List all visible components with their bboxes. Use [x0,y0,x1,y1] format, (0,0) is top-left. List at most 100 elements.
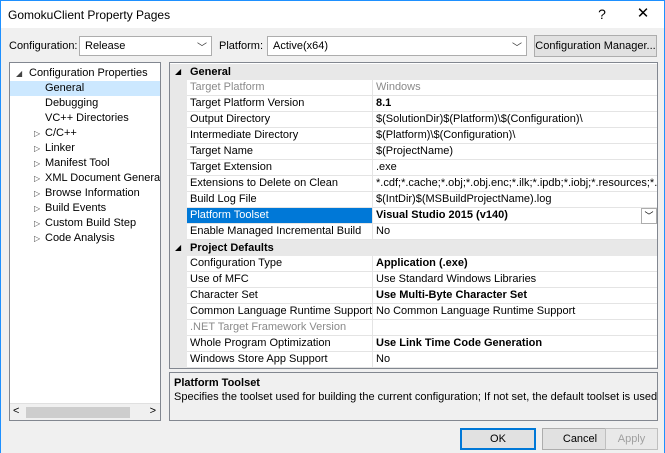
tree-item-linker[interactable]: ▷ Linker [10,141,160,156]
collapsed-icon[interactable]: ▷ [34,186,40,201]
window-border-left [0,28,1,453]
property-name: Build Log File [187,192,373,208]
property-value[interactable]: 8.1 [373,96,657,112]
chevron-down-icon: ﹀ [197,43,207,54]
tree-item-label: C/C++ [45,127,77,139]
collapsed-icon[interactable]: ▷ [34,126,40,141]
property-grid[interactable]: ◢ General Target Platform Windows Target … [169,62,658,369]
property-name: Target Extension [187,160,373,176]
tree-item-label: Linker [45,142,75,154]
tree-item-configuration-properties[interactable]: ◢ Configuration Properties [10,66,160,81]
property-value[interactable]: Application (.exe) [373,256,657,272]
property-row[interactable]: Intermediate Directory $(Platform)\$(Conf… [170,128,657,144]
property-name: Output Directory [187,112,373,128]
property-row-selected[interactable]: Platform Toolset Visual Studio 2015 (v140… [170,208,657,224]
property-value[interactable]: Windows [373,80,657,96]
property-row[interactable]: Target Extension .exe [170,160,657,176]
tree-item-code-analysis[interactable]: ▷ Code Analysis [10,231,160,246]
property-value[interactable]: Use Standard Windows Libraries [373,272,657,288]
ok-button[interactable]: OK [460,428,536,450]
tree-item-manifest-tool[interactable]: ▷ Manifest Tool [10,156,160,171]
collapse-caret-icon[interactable]: ◢ [175,240,181,256]
category-general[interactable]: ◢ General [170,64,657,80]
collapsed-icon[interactable]: ▷ [34,171,40,186]
collapse-caret-icon[interactable]: ◢ [175,64,181,80]
property-name: Configuration Type [187,256,373,272]
property-row[interactable]: Target Platform Windows [170,80,657,96]
tree-item-debugging[interactable]: Debugging [10,96,160,111]
property-value[interactable]: No [373,224,657,240]
property-row[interactable]: Extensions to Delete on Clean *.cdf;*.cac… [170,176,657,192]
property-name: Enable Managed Incremental Build [187,224,373,240]
category-project-defaults[interactable]: ◢ Project Defaults [170,240,657,256]
property-value[interactable]: .exe [373,160,657,176]
description-text: Specifies the toolset used for building … [174,391,658,403]
property-value[interactable] [373,320,657,336]
scroll-thumb[interactable] [26,407,130,418]
close-button[interactable]: ✕ [632,5,654,23]
tree-item-custom-build-step[interactable]: ▷ Custom Build Step [10,216,160,231]
property-name: Target Platform Version [187,96,373,112]
collapsed-icon[interactable]: ▷ [34,156,40,171]
property-row[interactable]: Enable Managed Incremental Build No [170,224,657,240]
scroll-right-button[interactable]: > [150,405,156,417]
property-row[interactable]: Use of MFC Use Standard Windows Libraries [170,272,657,288]
chevron-down-icon: ﹀ [512,43,522,54]
platform-value: Active(x64) [273,40,329,52]
tree-item-label: Code Analysis [45,232,115,244]
configuration-value: Release [85,40,126,52]
property-name: Intermediate Directory [187,128,373,144]
collapsed-icon[interactable]: ▷ [34,141,40,156]
property-value[interactable]: No Common Language Runtime Support [373,304,657,320]
property-value[interactable]: No [373,352,657,368]
tree-horizontal-scrollbar[interactable]: < > [10,403,160,420]
tree-item-xml-document-generator[interactable]: ▷ XML Document Generator [10,171,160,186]
tree-item-c-cpp[interactable]: ▷ C/C++ [10,126,160,141]
collapsed-icon[interactable]: ▷ [34,201,40,216]
configuration-dropdown[interactable]: Release ﹀ [79,36,212,56]
property-value[interactable]: $(IntDir)$(MSBuildProjectName).log [373,192,657,208]
property-row[interactable]: Common Language Runtime Support No Common… [170,304,657,320]
property-tree[interactable]: ◢ Configuration Properties General Debug… [9,62,161,421]
property-row[interactable]: Character Set Use Multi-Byte Character Se… [170,288,657,304]
tree-item-label: Debugging [45,97,99,109]
property-row[interactable]: Build Log File $(IntDir)$(MSBuildProjectN… [170,192,657,208]
chevron-down-icon[interactable]: ﹀ [641,208,657,224]
property-row[interactable]: Target Platform Version 8.1 [170,96,657,112]
property-value[interactable]: Use Link Time Code Generation [373,336,657,352]
property-row[interactable]: Target Name $(ProjectName) [170,144,657,160]
apply-button[interactable]: Apply [605,428,658,450]
category-title: General [190,66,231,78]
property-row[interactable]: Configuration Type Application (.exe) [170,256,657,272]
property-row[interactable]: Windows Store App Support No [170,352,657,368]
property-name: Common Language Runtime Support [187,304,373,320]
expanded-icon[interactable]: ◢ [16,66,22,81]
property-name: Character Set [187,288,373,304]
platform-dropdown[interactable]: Active(x64) ﹀ [267,36,527,56]
tree-item-label: Manifest Tool [45,157,110,169]
tree-item-label: XML Document Generator [45,172,161,184]
tree-item-build-events[interactable]: ▷ Build Events [10,201,160,216]
help-button[interactable]: ? [591,5,613,23]
scroll-left-button[interactable]: < [13,405,19,417]
property-value[interactable]: Use Multi-Byte Character Set [373,288,657,304]
property-name: Target Name [187,144,373,160]
property-value[interactable]: $(SolutionDir)$(Platform)\$(Configuratio… [373,112,657,128]
tree-item-browse-information[interactable]: ▷ Browse Information [10,186,160,201]
configuration-manager-button[interactable]: Configuration Manager... [534,35,657,57]
tree-item-label: General [45,82,85,94]
property-value[interactable]: *.cdf;*.cache;*.obj;*.obj.enc;*.ilk;*.ip… [373,176,657,192]
tree-item-label: VC++ Directories [45,112,129,124]
window-title: GomokuClient Property Pages [8,8,171,22]
collapsed-icon[interactable]: ▷ [34,216,40,231]
tree-item-label: Configuration Properties [29,67,148,79]
property-row[interactable]: Output Directory $(SolutionDir)$(Platform… [170,112,657,128]
property-value[interactable]: Visual Studio 2015 (v140) [373,208,657,224]
property-value[interactable]: $(Platform)\$(Configuration)\ [373,128,657,144]
property-row[interactable]: Whole Program Optimization Use Link Time … [170,336,657,352]
property-row[interactable]: .NET Target Framework Version [170,320,657,336]
tree-item-vc-directories[interactable]: VC++ Directories [10,111,160,126]
tree-item-general[interactable]: General [10,81,160,96]
property-value[interactable]: $(ProjectName) [373,144,657,160]
collapsed-icon[interactable]: ▷ [34,231,40,246]
